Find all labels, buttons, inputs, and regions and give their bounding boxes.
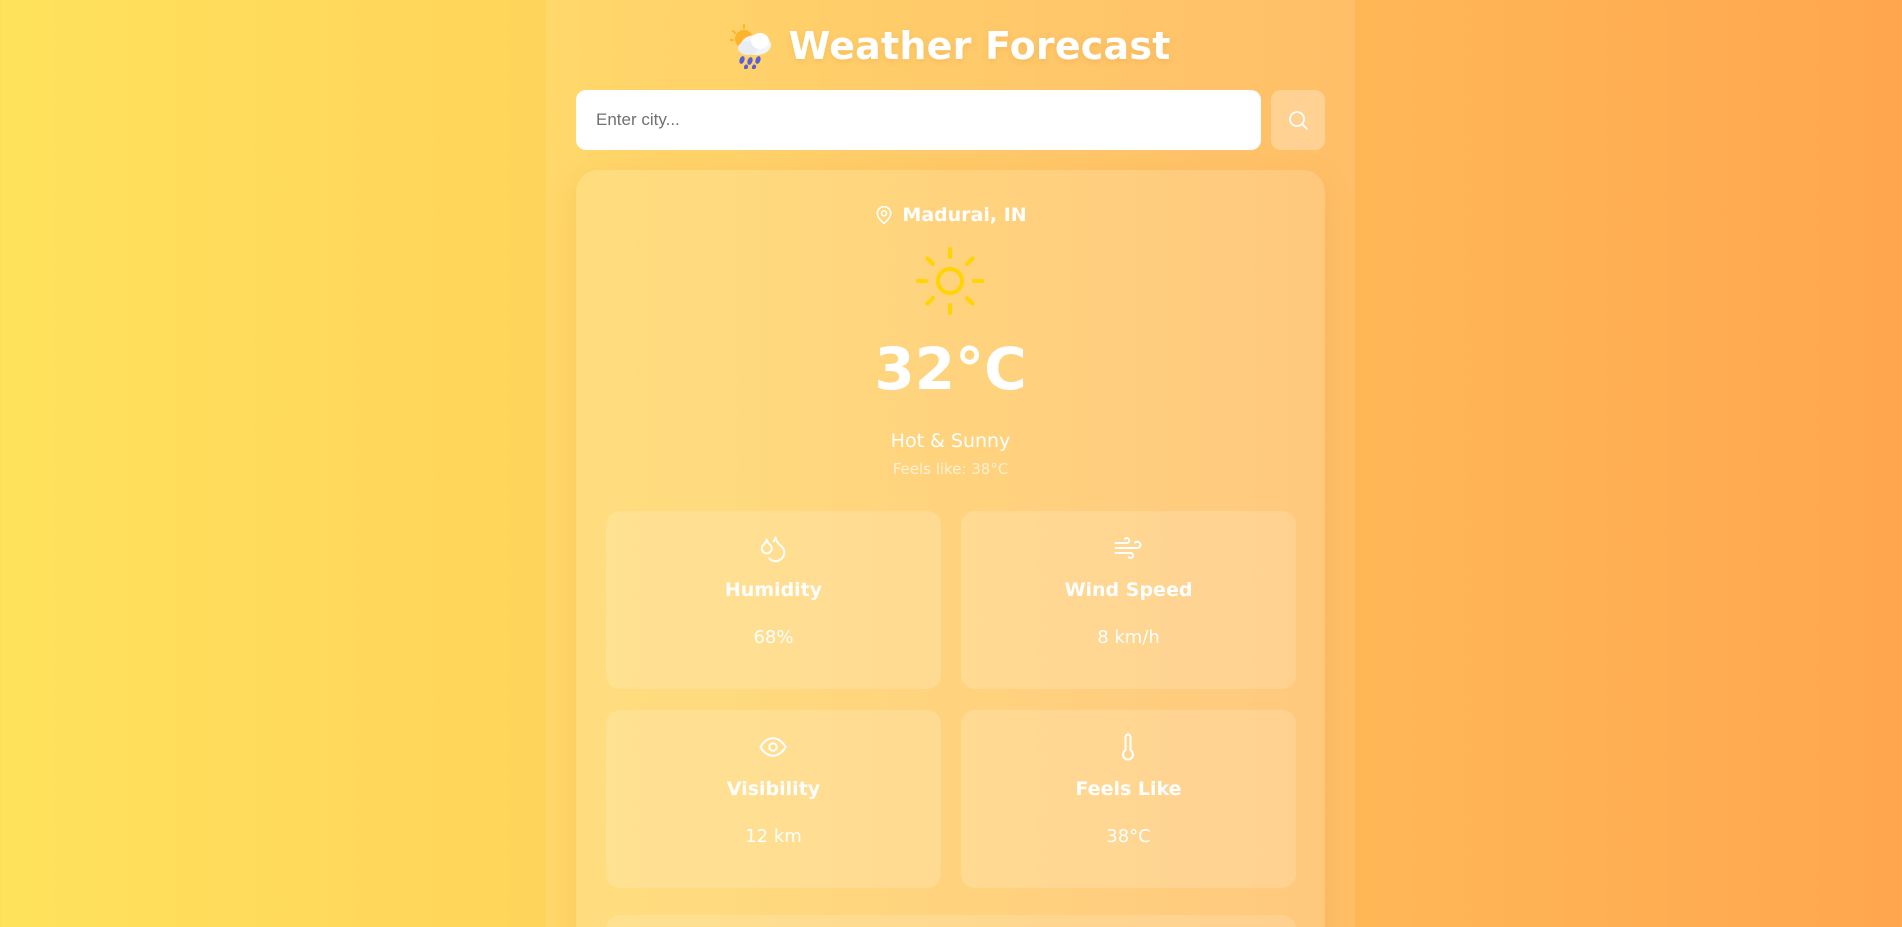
stat-card-wind-speed: Wind Speed 8 km/h bbox=[961, 511, 1296, 689]
forecast-section bbox=[606, 915, 1296, 927]
app-title: Weather Forecast bbox=[788, 24, 1171, 68]
stat-value: 38°C bbox=[1106, 826, 1151, 847]
stat-label: Wind Speed bbox=[1064, 579, 1193, 601]
stat-card-visibility: Visibility 12 km bbox=[606, 710, 941, 888]
cloud-rain-sun-icon bbox=[730, 24, 772, 69]
search-button[interactable] bbox=[1271, 90, 1325, 150]
stat-label: Feels Like bbox=[1075, 778, 1182, 800]
sun-icon bbox=[916, 247, 984, 315]
stat-card-feels-like: Feels Like 38°C bbox=[961, 710, 1296, 888]
location-name: Madurai, IN bbox=[902, 204, 1027, 226]
thermometer-icon bbox=[1122, 733, 1134, 761]
wind-icon bbox=[1114, 537, 1142, 559]
eye-icon bbox=[759, 737, 787, 757]
feels-like-subtitle: Feels like: 38°C bbox=[892, 460, 1009, 478]
weather-card: Madurai, IN 32°C Hot & Sunny Feels like:… bbox=[576, 170, 1325, 927]
city-search-input[interactable] bbox=[576, 90, 1261, 150]
stat-value: 12 km bbox=[745, 826, 802, 847]
weather-condition: Hot & Sunny bbox=[890, 430, 1011, 452]
current-temperature: 32°C bbox=[874, 335, 1027, 403]
app-header: Weather Forecast bbox=[546, 20, 1355, 72]
main-column: Weather Forecast Madurai, IN 3 bbox=[546, 0, 1355, 927]
droplets-icon bbox=[760, 536, 786, 563]
stat-label: Visibility bbox=[726, 778, 821, 800]
map-pin-icon bbox=[876, 205, 892, 225]
location: Madurai, IN bbox=[576, 200, 1325, 230]
stat-value: 68% bbox=[753, 627, 794, 648]
stat-label: Humidity bbox=[724, 579, 823, 601]
stat-card-humidity: Humidity 68% bbox=[606, 511, 941, 689]
search-icon bbox=[1289, 111, 1308, 130]
stat-value: 8 km/h bbox=[1097, 627, 1160, 648]
